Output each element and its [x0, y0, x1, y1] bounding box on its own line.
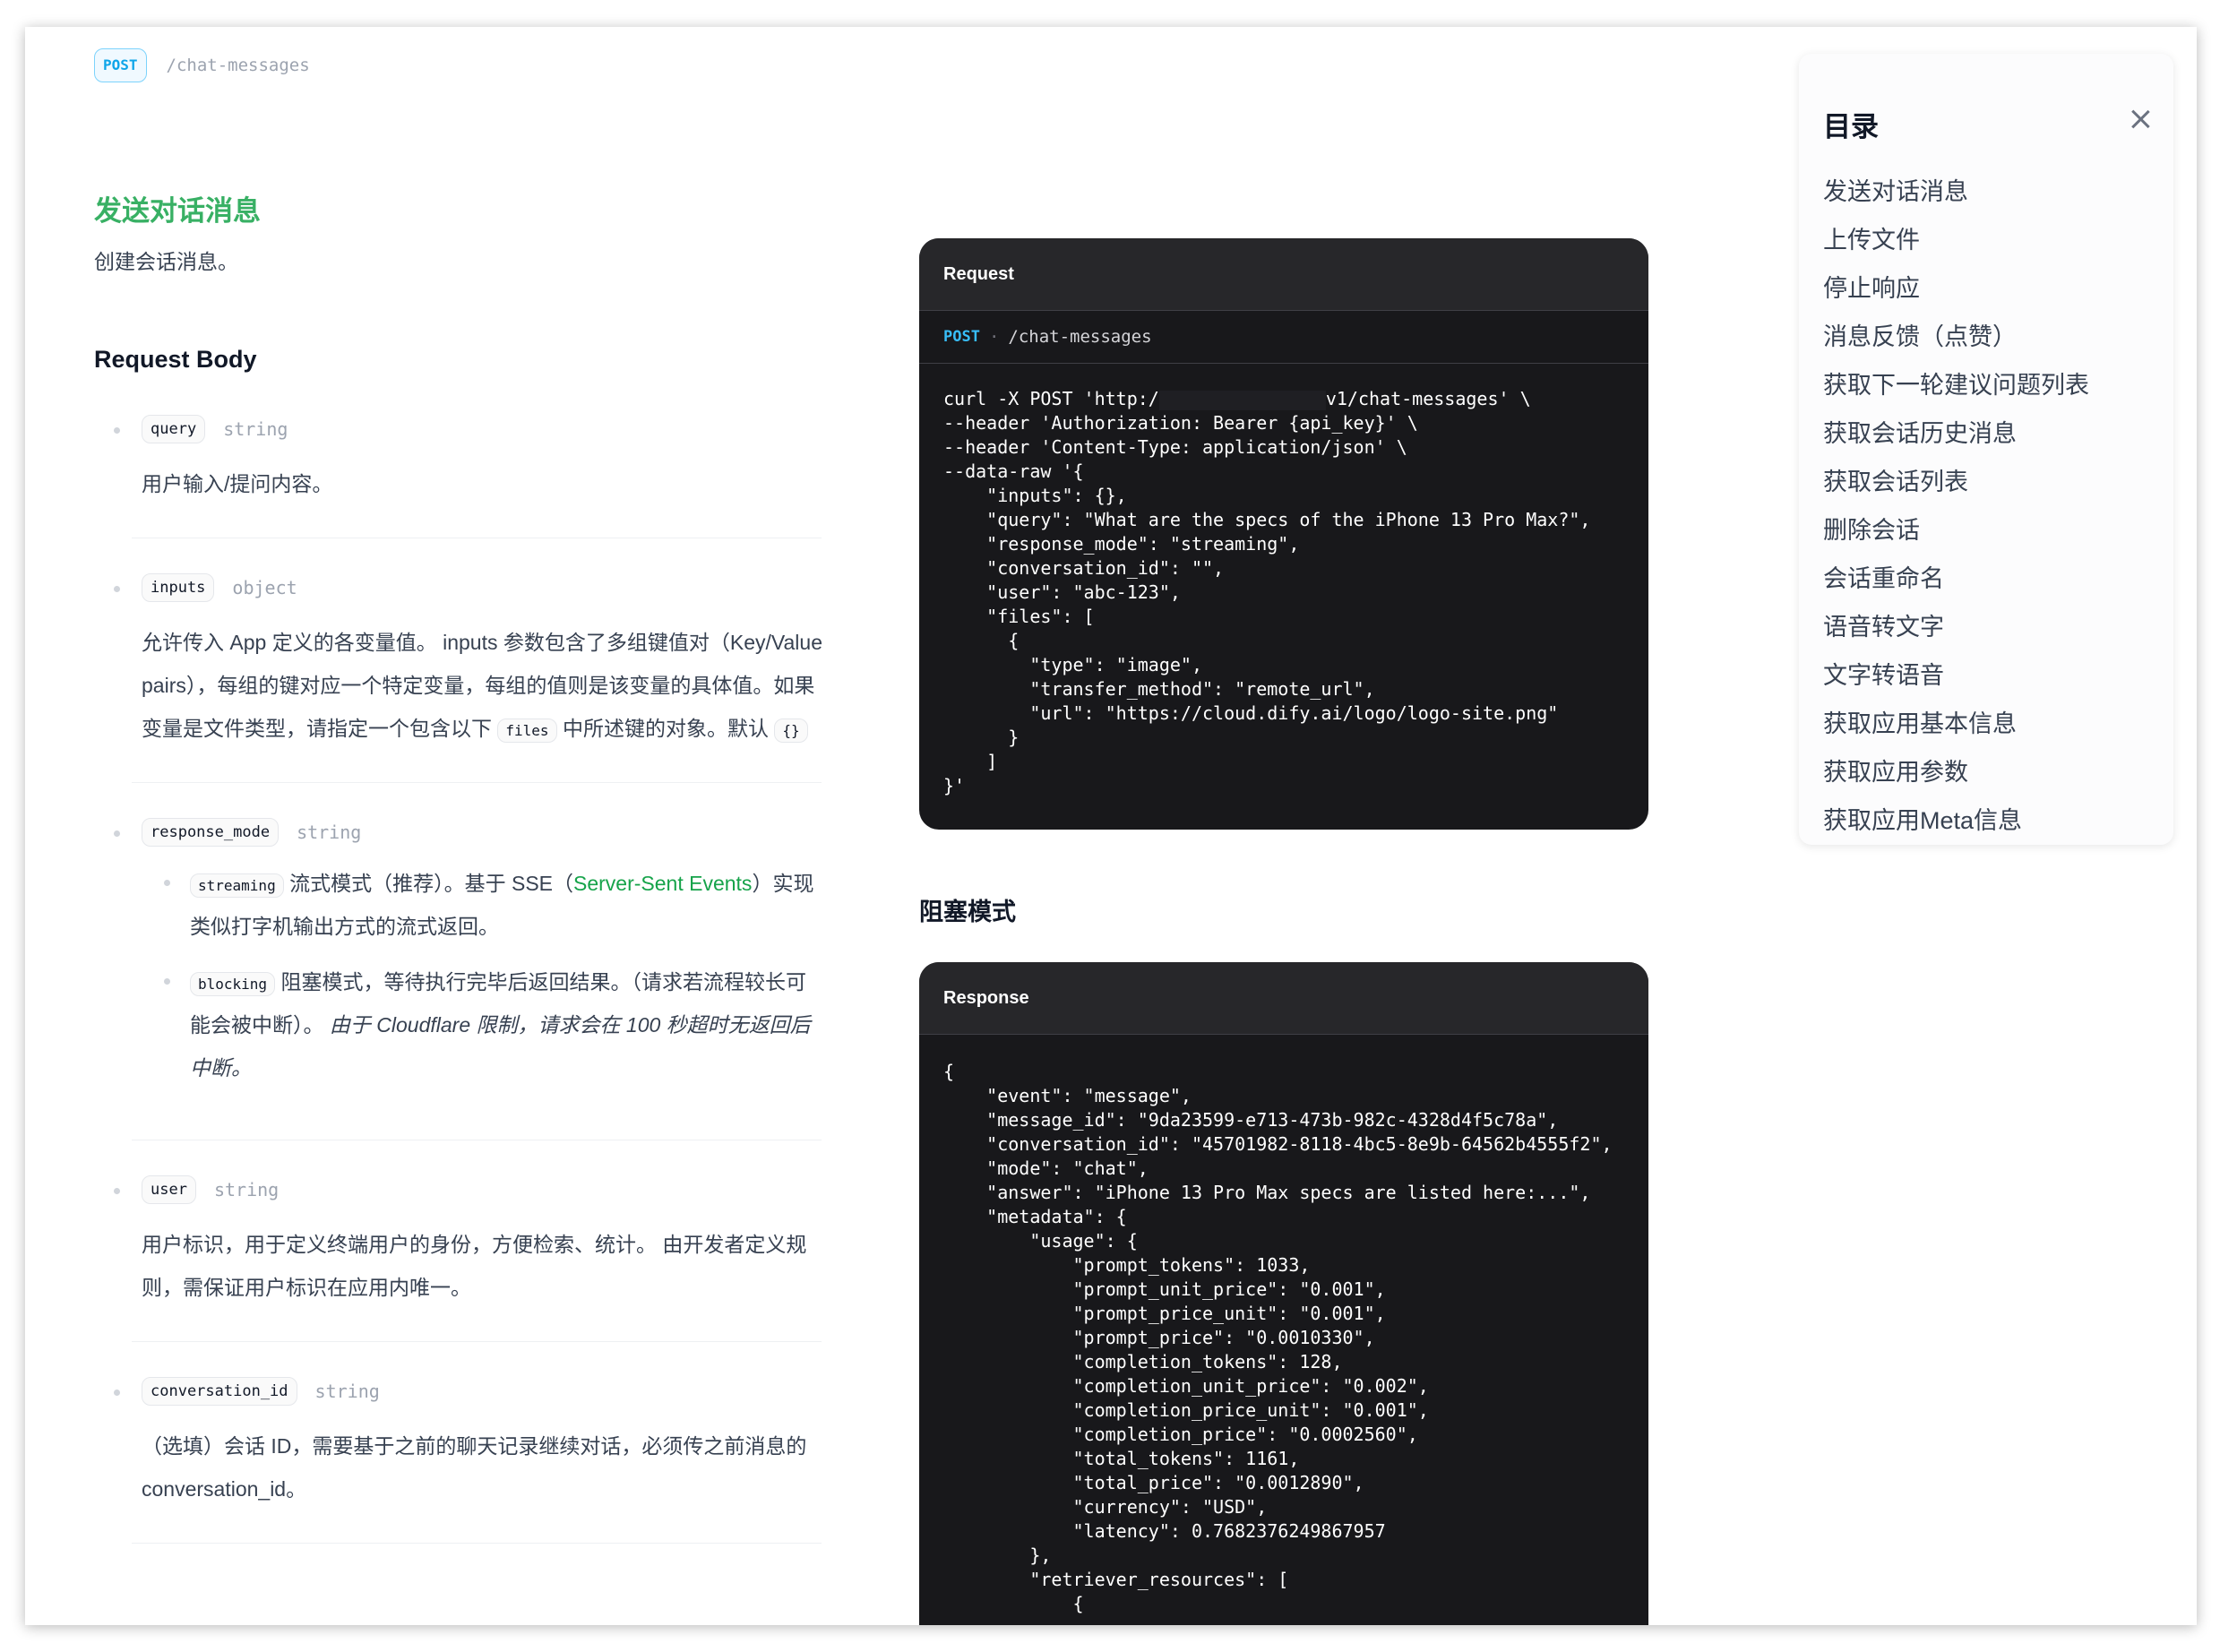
code-line-1-start: curl -X POST 'http:/: [943, 388, 1159, 409]
param-inputs: inputs object 允许传入 App 定义的各变量值。 inputs 参…: [94, 571, 847, 750]
param-conversation-id: conversation_id string （选填）会话 ID，需要基于之前的…: [94, 1374, 847, 1510]
response-code[interactable]: { "event": "message", "message_id": "9da…: [919, 1034, 1648, 1625]
redacted-host: [1158, 390, 1326, 410]
bullet: [164, 978, 170, 985]
param-name: inputs: [142, 573, 215, 602]
toc-title: 目录: [1823, 111, 1879, 142]
bullet: [114, 586, 120, 592]
param-description: 用户标识，用于定义终端用户的身份，方便检索、统计。 由开发者定义规则，需保证用户…: [142, 1233, 807, 1299]
inline-code-streaming: streaming: [190, 873, 284, 898]
toc-item[interactable]: 发送对话消息: [1823, 168, 2089, 216]
param-type: object: [232, 577, 297, 598]
param-response-mode: response_mode string streaming 流式模式（推荐）。…: [94, 815, 847, 1089]
docs-window: POST /chat-messages 发送对话消息 创建会话消息。 Reque…: [25, 27, 2197, 1625]
request-code[interactable]: curl -X POST 'http:/v1/chat-messages' \ …: [919, 364, 1648, 822]
bullet: [164, 880, 170, 886]
page-description: 创建会话消息。: [94, 250, 238, 273]
inline-code-files: files: [497, 718, 557, 743]
toc-item[interactable]: 获取应用Meta信息: [1823, 796, 2089, 845]
param-name: query: [142, 415, 206, 443]
toc-item[interactable]: 会话重命名: [1823, 555, 2089, 603]
close-icon[interactable]: [2127, 106, 2154, 133]
mode-option-blocking: blocking 阻塞模式，等待执行完毕后返回结果。（请求若流程较长可能会被中断…: [142, 960, 822, 1089]
param-description: （选填）会话 ID，需要基于之前的聊天记录继续对话，必须传之前消息的 conve…: [142, 1434, 807, 1501]
mode-options: streaming 流式模式（推荐）。基于 SSE（Server-Sent Ev…: [142, 862, 847, 1089]
param-type: string: [314, 1381, 380, 1402]
divider: [132, 782, 822, 783]
inline-code-blocking: blocking: [190, 972, 276, 996]
request-code-panel: Request POST · /chat-messages curl -X PO…: [919, 238, 1648, 830]
bullet: [114, 830, 120, 837]
method-badge: POST: [94, 48, 147, 82]
divider: [132, 1543, 822, 1544]
desc-text: 流式模式（推荐）。基于 SSE（: [289, 872, 574, 895]
toc-item[interactable]: 消息反馈（点赞）: [1823, 313, 2089, 361]
param-type: string: [223, 418, 288, 440]
toc-list: 发送对话消息 上传文件 停止响应 消息反馈（点赞） 获取下一轮建议问题列表 获取…: [1823, 168, 2089, 845]
param-description: 用户输入/提问内容。: [142, 472, 333, 495]
response-code-panel: Response { "event": "message", "message_…: [919, 962, 1648, 1625]
page-title: 发送对话消息: [94, 195, 261, 227]
inline-code-default: {}: [774, 718, 808, 743]
bullet: [114, 427, 120, 434]
desc-text: 中所述键的对象。默认: [562, 717, 769, 740]
toc-item[interactable]: 文字转语音: [1823, 651, 2089, 700]
param-type: string: [213, 1179, 280, 1200]
separator: ·: [988, 327, 1000, 347]
request-body-heading: Request Body: [94, 346, 257, 373]
endpoint-header: POST /chat-messages: [94, 48, 310, 82]
request-endpoint: POST · /chat-messages: [919, 310, 1648, 364]
param-description: 允许传入 App 定义的各变量值。 inputs 参数包含了多组键值对（Key/…: [142, 621, 822, 750]
endpoint-path: /chat-messages: [166, 56, 310, 75]
toc-item[interactable]: 获取下一轮建议问题列表: [1823, 361, 2089, 409]
code-line-1-end: v1/chat-messages' \: [1325, 388, 1531, 409]
toc-item[interactable]: 停止响应: [1823, 264, 2089, 313]
blocking-mode-heading: 阻塞模式: [919, 899, 1016, 925]
code-body: --header 'Authorization: Bearer {api_key…: [943, 412, 1591, 796]
toc-item[interactable]: 获取应用基本信息: [1823, 700, 2089, 748]
param-list: query string 用户输入/提问内容。 inputs object 允许…: [94, 412, 847, 1544]
table-of-contents: 目录 发送对话消息 上传文件 停止响应 消息反馈（点赞） 获取下一轮建议问题列表…: [1799, 54, 2173, 845]
toc-item[interactable]: 获取会话列表: [1823, 458, 2089, 506]
request-method: POST: [943, 328, 980, 346]
param-user: user string 用户标识，用于定义终端用户的身份，方便检索、统计。 由开…: [94, 1173, 847, 1309]
sse-link[interactable]: Server-Sent Events: [573, 872, 752, 895]
toc-item[interactable]: 获取会话历史消息: [1823, 409, 2089, 458]
toc-item[interactable]: 上传文件: [1823, 216, 2089, 264]
param-type: string: [297, 822, 362, 843]
toc-item[interactable]: 语音转文字: [1823, 603, 2089, 651]
response-panel-title: Response: [919, 962, 1648, 1034]
param-query: query string 用户输入/提问内容。: [94, 412, 847, 505]
mode-option-streaming: streaming 流式模式（推荐）。基于 SSE（Server-Sent Ev…: [142, 862, 822, 948]
param-name: conversation_id: [142, 1377, 297, 1406]
bullet: [114, 1188, 120, 1194]
param-name: response_mode: [142, 818, 280, 847]
divider: [132, 1341, 822, 1342]
toc-item[interactable]: 删除会话: [1823, 506, 2089, 555]
request-path: /chat-messages: [1008, 327, 1152, 347]
request-panel-title: Request: [919, 238, 1648, 310]
bullet: [114, 1390, 120, 1396]
toc-item[interactable]: 获取应用参数: [1823, 748, 2089, 796]
param-name: user: [142, 1175, 196, 1204]
